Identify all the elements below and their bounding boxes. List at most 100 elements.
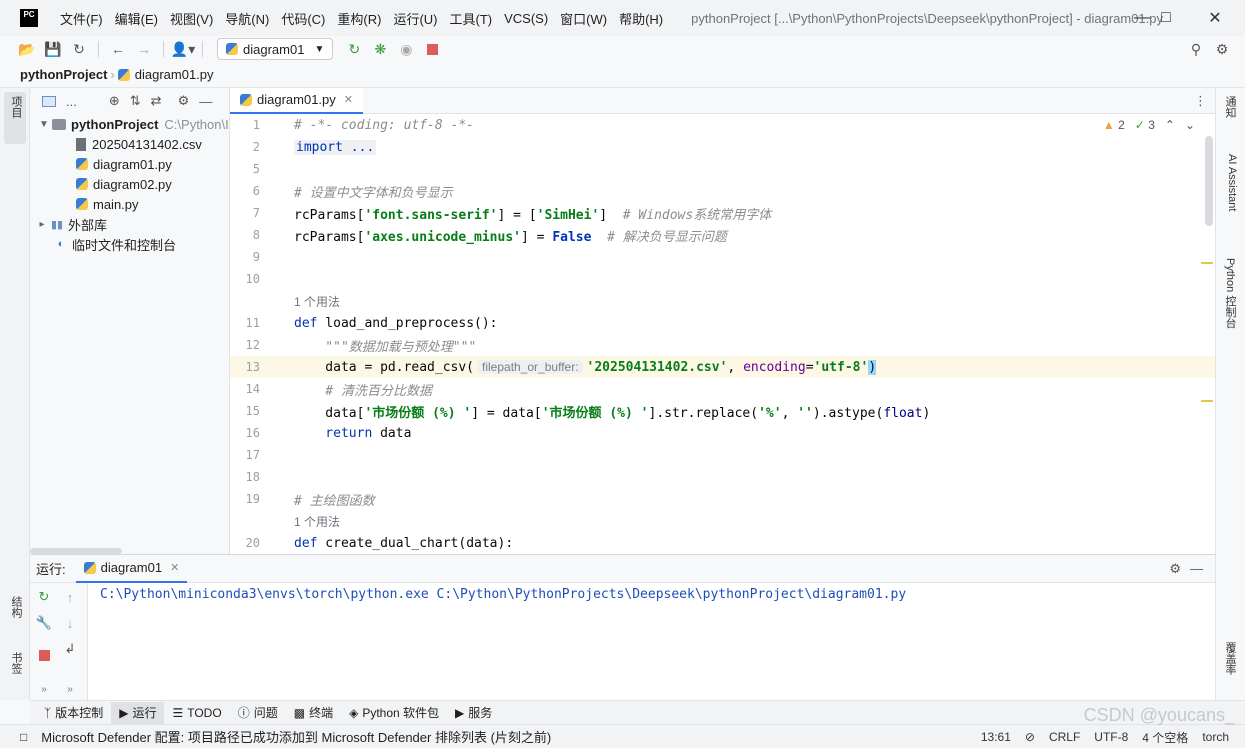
- bookmarks-tool-button[interactable]: 书签: [8, 652, 24, 674]
- usage-hint[interactable]: 1 个用法: [294, 293, 340, 310]
- rerun-icon[interactable]: ↻: [341, 37, 367, 61]
- structure-tool-button[interactable]: 结构: [8, 596, 24, 618]
- hide-icon[interactable]: —: [199, 94, 212, 109]
- run-config-selector[interactable]: diagram01 ▼: [217, 38, 334, 60]
- tool-windows-toggle-icon[interactable]: □: [20, 730, 27, 744]
- tool-services[interactable]: ▶ 服务: [447, 702, 500, 724]
- tree-external-libs[interactable]: ▸ ▮▮ 外部库: [30, 214, 229, 234]
- project-panel-header: ... ⊕ ⇅ ⇄ ⚙ —: [30, 88, 229, 114]
- more-options-icon[interactable]: ⋮: [1194, 93, 1207, 109]
- line-separator[interactable]: CRLF: [1049, 730, 1080, 744]
- code-line: 1 # -*- coding: utf-8 -*-: [230, 114, 1215, 136]
- no-folding-icon[interactable]: ⊘: [1025, 730, 1035, 744]
- coverage-tool-button[interactable]: 覆盖率: [1222, 642, 1238, 675]
- breadcrumb-project[interactable]: pythonProject: [20, 67, 107, 82]
- python-interpreter[interactable]: torch: [1202, 730, 1229, 744]
- menu-run[interactable]: 运行(U): [387, 9, 443, 28]
- tool-terminal[interactable]: ▩ 终端: [286, 702, 341, 724]
- usage-hint[interactable]: 1 个用法: [294, 513, 340, 530]
- menu-window[interactable]: 窗口(W): [554, 9, 613, 28]
- line-number: 2: [252, 140, 260, 154]
- run-tab-diagram01[interactable]: diagram01 ✕: [75, 555, 188, 583]
- soft-wrap-icon[interactable]: ↲: [60, 639, 80, 659]
- ai-assistant-tool-button[interactable]: AI Assistant: [1222, 154, 1238, 211]
- console-output[interactable]: C:\Python\miniconda3\envs\torch\python.e…: [100, 587, 906, 602]
- more-actions-icon[interactable]: »: [34, 679, 54, 699]
- tree-file-csv[interactable]: 202504131402.csv: [30, 134, 229, 154]
- gear-icon[interactable]: ⚙: [178, 93, 190, 109]
- stop-icon[interactable]: [419, 37, 445, 61]
- python-file-icon: [76, 198, 88, 210]
- wrench-icon[interactable]: 🔧: [34, 613, 54, 633]
- menu-file[interactable]: 文件(F): [54, 9, 109, 28]
- run-panel-header: 运行: diagram01 ✕ ⚙ —: [30, 555, 1215, 583]
- menu-help[interactable]: 帮助(H): [613, 9, 669, 28]
- title-bar: PC 文件(F) 编辑(E) 视图(V) 导航(N) 代码(C) 重构(R) 运…: [0, 0, 1245, 36]
- close-tab-icon[interactable]: ✕: [344, 93, 353, 106]
- breadcrumb-file[interactable]: diagram01.py: [135, 67, 214, 82]
- code-line: 12 """数据加载与预处理""": [230, 334, 1215, 356]
- tool-python-packages[interactable]: ◈ Python 软件包: [341, 702, 447, 724]
- code-line: 17: [230, 444, 1215, 466]
- back-arrow-icon[interactable]: ←: [105, 37, 131, 61]
- menu-edit[interactable]: 编辑(E): [109, 9, 164, 28]
- save-icon[interactable]: 💾: [40, 37, 66, 61]
- expand-all-icon[interactable]: ⇅: [130, 93, 141, 109]
- status-message[interactable]: Microsoft Defender 配置: 项目路径已成功添加到 Micros…: [41, 727, 551, 746]
- search-icon[interactable]: ⚲: [1183, 37, 1209, 61]
- menu-view[interactable]: 视图(V): [164, 9, 219, 28]
- python-file-icon: [117, 68, 130, 81]
- python-console-tool-button[interactable]: Python 控制台: [1222, 258, 1238, 328]
- maximize-icon[interactable]: □: [1143, 0, 1189, 36]
- locate-icon[interactable]: ⊕: [109, 93, 120, 109]
- tree-root[interactable]: ▼ pythonProject C:\Python\I: [30, 114, 229, 134]
- chevron-down-icon[interactable]: ▼: [36, 119, 52, 130]
- line-number: 15: [245, 404, 260, 418]
- tree-file-main[interactable]: main.py: [30, 194, 229, 214]
- close-icon[interactable]: ✕: [1192, 0, 1238, 36]
- arrow-down-icon[interactable]: ↓: [60, 613, 80, 633]
- user-icon[interactable]: 👤▾: [170, 37, 196, 61]
- menu-tools[interactable]: 工具(T): [443, 9, 498, 28]
- tree-file-diagram02[interactable]: diagram02.py: [30, 174, 229, 194]
- more-actions-icon[interactable]: »: [60, 679, 80, 699]
- tab-diagram01[interactable]: diagram01.py ✕: [230, 87, 363, 114]
- tree-scratches[interactable]: ◐ 临时文件和控制台: [30, 234, 229, 254]
- tree-file-diagram01[interactable]: diagram01.py: [30, 154, 229, 174]
- debug-bug-icon[interactable]: ❋: [367, 37, 393, 61]
- tool-run[interactable]: ▶ 运行: [111, 701, 165, 724]
- code-line: 15 data['市场份额 (%) '] = data['市场份额 (%) ']…: [230, 400, 1215, 422]
- menu-refactor[interactable]: 重构(R): [331, 9, 387, 28]
- line-number: 11: [245, 316, 260, 330]
- chevron-right-icon[interactable]: ▸: [34, 219, 50, 230]
- rerun-icon[interactable]: ↻: [34, 587, 54, 607]
- caret-position[interactable]: 13:61: [981, 730, 1011, 744]
- menu-vcs[interactable]: VCS(S): [498, 11, 554, 26]
- menu-navigate[interactable]: 导航(N): [219, 9, 275, 28]
- sync-icon[interactable]: ↻: [66, 37, 92, 61]
- tool-problems[interactable]: ⓘ 问题: [230, 702, 286, 724]
- project-view-label[interactable]: ...: [66, 94, 77, 109]
- project-tool-button[interactable]: 项目: [8, 96, 24, 118]
- indent-setting[interactable]: 4 个空格: [1142, 729, 1188, 746]
- tree-root-path: C:\Python\I: [164, 116, 229, 132]
- stop-icon[interactable]: [34, 645, 54, 665]
- arrow-up-icon[interactable]: ↑: [60, 587, 80, 607]
- gear-icon[interactable]: ⚙: [1169, 561, 1181, 577]
- close-tab-icon[interactable]: ✕: [170, 561, 179, 574]
- tool-todo[interactable]: ☰ TODO: [164, 702, 229, 724]
- tool-version-control[interactable]: ᛉ 版本控制: [36, 702, 111, 724]
- pycharm-logo-icon[interactable]: PC: [20, 9, 38, 27]
- code-editor[interactable]: ▲ 2 ✓ 3 ⌃ ⌄ 1 # -*- coding: utf-8 -*- 2 …: [230, 114, 1215, 554]
- hide-icon[interactable]: —: [1190, 561, 1203, 576]
- collapse-all-icon[interactable]: ⇄: [151, 93, 162, 109]
- gear-icon[interactable]: ⚙: [1209, 37, 1235, 61]
- open-folder-icon[interactable]: 📂: [14, 37, 40, 61]
- folded-imports[interactable]: import ...: [294, 139, 377, 155]
- notifications-tool-button[interactable]: 通知: [1222, 96, 1238, 118]
- file-encoding[interactable]: UTF-8: [1094, 730, 1128, 744]
- forward-arrow-icon[interactable]: →: [131, 37, 157, 61]
- menu-code[interactable]: 代码(C): [275, 9, 331, 28]
- coverage-icon[interactable]: ◉: [393, 37, 419, 61]
- project-view-icon[interactable]: [42, 95, 56, 107]
